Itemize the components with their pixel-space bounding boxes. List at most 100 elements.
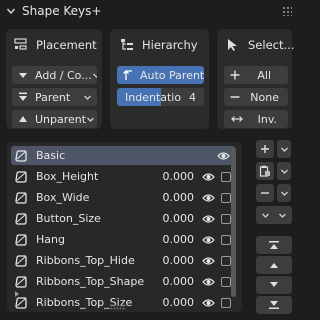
eye-icon[interactable] bbox=[202, 235, 215, 245]
move-down-button[interactable] bbox=[256, 276, 292, 294]
shape-key-name: Button_Size bbox=[36, 212, 101, 225]
shape-key-icon bbox=[15, 296, 27, 309]
chevron-down-icon[interactable] bbox=[6, 6, 16, 16]
minus-icon bbox=[261, 192, 269, 194]
checkbox[interactable] bbox=[221, 255, 231, 266]
shape-key-name: Box_Wide bbox=[36, 191, 90, 204]
eye-icon[interactable] bbox=[202, 214, 215, 224]
minus-icon bbox=[230, 96, 240, 98]
chevron-down-icon bbox=[262, 213, 269, 218]
select-all-label: All bbox=[257, 68, 271, 82]
checkbox[interactable] bbox=[221, 297, 231, 308]
triangle-down-icon bbox=[19, 73, 27, 78]
checkbox[interactable] bbox=[221, 171, 231, 182]
select-invert-label: Inv. bbox=[257, 112, 277, 126]
select-invert-button[interactable]: Inv. bbox=[224, 110, 288, 128]
shape-key-icon bbox=[15, 149, 27, 162]
shape-key-list[interactable]: Basic Box_Height 0.000 Box_Wide 0.000 Bu… bbox=[7, 142, 242, 312]
hierarchy-icon bbox=[121, 39, 133, 50]
clipboard-icon bbox=[259, 165, 270, 177]
chevron-down-icon bbox=[280, 147, 288, 152]
eye-icon[interactable] bbox=[202, 298, 215, 308]
chevron-down-icon bbox=[280, 191, 288, 196]
shape-key-icon bbox=[15, 170, 27, 183]
chevron-down-icon bbox=[279, 213, 286, 218]
unparent-label: Unparent bbox=[35, 112, 87, 126]
list-scrollbar[interactable] bbox=[231, 147, 236, 297]
arrow-up-left-icon bbox=[123, 70, 132, 80]
indentation-label: Indentatio bbox=[125, 90, 182, 104]
shape-key-value[interactable]: 0.000 bbox=[160, 254, 195, 267]
auto-parent-toggle[interactable]: Auto Parent bbox=[117, 66, 204, 84]
eye-icon[interactable] bbox=[202, 256, 215, 266]
shape-key-value[interactable]: 0.000 bbox=[160, 275, 195, 288]
shape-key-value[interactable]: 0.000 bbox=[160, 296, 195, 309]
indentation-slider[interactable]: Indentatio 4 bbox=[117, 88, 204, 106]
move-to-top-button[interactable] bbox=[256, 236, 292, 254]
expand-triangle-icon[interactable] bbox=[15, 291, 19, 297]
select-none-button[interactable]: None bbox=[224, 88, 288, 106]
triangle-down-icon bbox=[270, 282, 278, 287]
checkbox[interactable] bbox=[221, 276, 231, 287]
hierarchy-label: Hierarchy bbox=[142, 38, 198, 52]
move-to-bottom-button[interactable] bbox=[256, 296, 292, 314]
select-all-button[interactable]: All bbox=[224, 66, 288, 84]
add-options-dropdown[interactable] bbox=[277, 140, 291, 158]
parent-icon bbox=[19, 92, 27, 101]
specials-menu-button[interactable] bbox=[256, 206, 292, 224]
shape-key-icon bbox=[15, 254, 27, 267]
parent-label: Parent bbox=[35, 90, 71, 104]
drag-grip-icon[interactable] bbox=[282, 6, 292, 16]
chevron-down-icon bbox=[84, 95, 91, 100]
parent-dropdown[interactable]: Parent bbox=[12, 88, 97, 106]
chevron-down-icon bbox=[87, 117, 95, 122]
move-bottom-icon bbox=[269, 301, 279, 309]
checkbox[interactable] bbox=[221, 213, 231, 224]
chevron-down-icon bbox=[92, 73, 97, 78]
shape-key-value[interactable]: 0.000 bbox=[160, 170, 195, 183]
list-item[interactable]: Box_Wide 0.000 bbox=[11, 188, 235, 207]
list-item[interactable]: Ribbons_Top_Shape 0.000 bbox=[11, 272, 235, 291]
placement-label: Placement bbox=[36, 38, 97, 52]
list-item[interactable]: Box_Height 0.000 bbox=[11, 167, 235, 186]
shape-key-name: Box_Height bbox=[36, 170, 99, 183]
checkbox[interactable] bbox=[221, 192, 231, 203]
panel-title: Shape Keys+ bbox=[22, 4, 102, 18]
select-none-label: None bbox=[250, 90, 279, 104]
eye-icon[interactable] bbox=[217, 151, 230, 161]
add-shape-key-button[interactable] bbox=[256, 140, 274, 158]
shape-key-name: Ribbons_Top_Size bbox=[36, 296, 133, 309]
remove-shape-key-button[interactable] bbox=[256, 184, 274, 202]
shape-key-icon bbox=[15, 275, 27, 288]
add-copy-dropdown[interactable]: Add / Co... bbox=[12, 66, 97, 84]
move-top-icon bbox=[269, 241, 279, 249]
list-item[interactable]: Hang 0.000 bbox=[11, 230, 235, 249]
hierarchy-header: Hierarchy bbox=[120, 37, 198, 53]
shape-key-value[interactable]: 0.000 bbox=[160, 191, 195, 204]
shape-key-name: Ribbons_Top_Shape bbox=[36, 275, 145, 288]
remove-options-dropdown[interactable] bbox=[277, 184, 291, 202]
triangle-up-icon bbox=[270, 263, 278, 268]
eye-icon[interactable] bbox=[202, 277, 215, 287]
list-item[interactable]: Ribbons_Top_Hide 0.000 bbox=[11, 251, 235, 270]
paste-options-dropdown[interactable] bbox=[277, 162, 291, 180]
eye-icon[interactable] bbox=[202, 172, 215, 182]
panel-header[interactable]: Shape Keys+ bbox=[0, 0, 298, 22]
shape-key-value[interactable]: 0.000 bbox=[160, 212, 195, 225]
triangle-up-icon bbox=[19, 116, 27, 122]
list-item[interactable]: Basic bbox=[11, 146, 235, 165]
cursor-icon bbox=[228, 39, 237, 51]
shape-key-name: Hang bbox=[36, 233, 65, 246]
eye-icon[interactable] bbox=[202, 193, 215, 203]
list-item[interactable]: Button_Size 0.000 bbox=[11, 209, 235, 228]
placement-header: Placement bbox=[14, 37, 97, 53]
checkbox[interactable] bbox=[221, 234, 231, 245]
unparent-dropdown[interactable]: Unparent bbox=[12, 110, 97, 128]
list-resize-grip[interactable] bbox=[110, 304, 126, 310]
shape-key-value[interactable]: 0.000 bbox=[160, 233, 195, 246]
move-up-button[interactable] bbox=[256, 256, 292, 274]
auto-parent-label: Auto Parent bbox=[140, 68, 204, 82]
paste-shape-key-button[interactable] bbox=[256, 162, 274, 180]
double-arrow-icon bbox=[231, 116, 243, 122]
shape-key-name: Basic bbox=[36, 149, 66, 162]
